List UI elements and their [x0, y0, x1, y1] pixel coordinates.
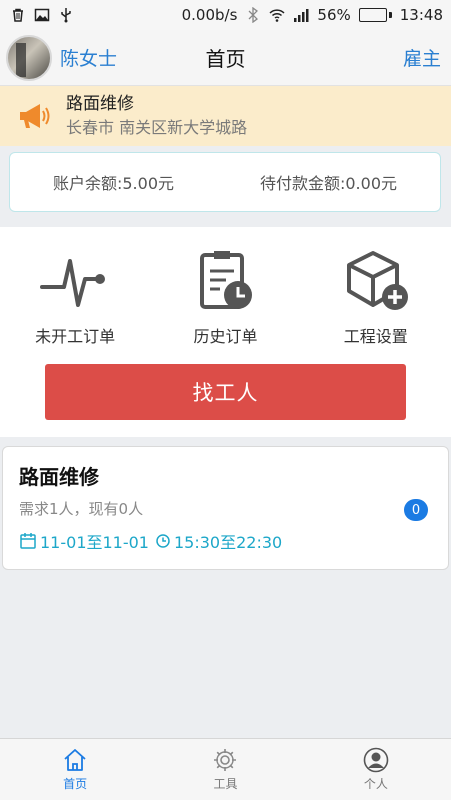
app-header: 陈女士 首页 雇主	[0, 30, 451, 86]
order-card[interactable]: 路面维修 需求1人，现有0人 11-01至11-01 15:30至22:30 0	[2, 446, 449, 570]
pulse-icon	[40, 259, 106, 307]
pending-amount: 待付款金额:0.00元	[259, 174, 398, 193]
menu-item-project-settings[interactable]: 工程设置	[311, 249, 441, 347]
image-icon	[34, 8, 50, 22]
bluetooth-icon	[248, 7, 259, 23]
status-left	[10, 7, 74, 23]
trash-icon	[13, 8, 23, 22]
battery-icon	[358, 8, 392, 22]
status-right: 0.00b/s 56% 13:48	[182, 6, 443, 24]
clock-icon	[156, 534, 170, 548]
box-plus-icon	[346, 251, 408, 310]
tab-label: 工具	[213, 777, 238, 791]
role-switch-button[interactable]: 雇主	[403, 44, 441, 71]
menu-label: 工程设置	[343, 327, 408, 346]
gear-icon	[214, 749, 237, 771]
menu-label: 未开工订单	[35, 327, 116, 346]
notice-title: 路面维修	[66, 94, 134, 114]
order-schedule: 11-01至11-01 15:30至22:30	[19, 529, 432, 553]
menu-label: 历史订单	[193, 327, 258, 346]
status-time: 13:48	[399, 6, 443, 24]
signal-icon	[294, 9, 309, 22]
account-balance: 账户余额:5.00元	[52, 174, 175, 193]
user-name[interactable]: 陈女士	[60, 44, 117, 71]
megaphone-icon	[20, 104, 50, 128]
battery-percent: 56%	[317, 6, 351, 24]
tab-label: 个人	[363, 777, 388, 791]
notice-address: 长春市 南关区新大学城路	[66, 118, 248, 137]
clipboard-clock-icon	[200, 251, 253, 309]
order-need: 需求1人，现有0人	[19, 500, 144, 518]
menu-panel: 未开工订单 历史订单 工程设置 找工人	[0, 227, 451, 437]
network-speed: 0.00b/s	[181, 6, 238, 24]
home-icon	[64, 749, 86, 771]
tab-bar: 首页 工具 个人	[0, 738, 451, 800]
notice-banner[interactable]: 路面维修 长春市 南关区新大学城路	[0, 86, 451, 146]
tab-label: 首页	[63, 777, 88, 791]
menu-item-pending-orders[interactable]: 未开工订单	[10, 249, 140, 347]
wifi-icon	[269, 9, 285, 22]
notice-text: 路面维修 长春市 南关区新大学城路	[66, 92, 247, 140]
order-title: 路面维修	[19, 465, 99, 489]
tab-home[interactable]: 首页	[0, 739, 150, 800]
tab-personal[interactable]: 个人	[301, 739, 451, 800]
status-bar: 0.00b/s 56% 13:48	[0, 0, 451, 30]
tab-tools[interactable]: 工具	[150, 739, 300, 800]
order-time-range: 15:30至22:30	[174, 533, 283, 552]
find-worker-button[interactable]: 找工人	[45, 364, 406, 420]
menu-row: 未开工订单 历史订单 工程设置	[0, 227, 451, 347]
usb-icon	[61, 8, 71, 23]
calendar-icon	[20, 533, 36, 549]
menu-item-history-orders[interactable]: 历史订单	[160, 249, 290, 347]
order-count-badge: 0	[404, 499, 428, 521]
avatar[interactable]	[6, 34, 52, 81]
person-icon	[363, 747, 389, 773]
order-date-range: 11-01至11-01	[40, 533, 149, 552]
balance-card: 账户余额:5.00元 待付款金额:0.00元	[9, 152, 441, 212]
